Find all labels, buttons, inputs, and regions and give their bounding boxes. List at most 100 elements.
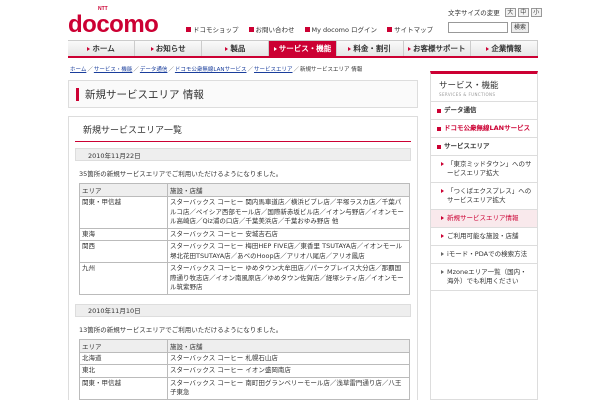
- arrow-right-icon: [441, 189, 444, 193]
- logo-text: docomo: [68, 11, 159, 38]
- bullet-icon: [437, 127, 441, 131]
- nav-products[interactable]: 製品: [202, 41, 270, 56]
- font-size-control: 文字サイズの変更 大 中 小: [448, 7, 542, 17]
- nav-home[interactable]: ホーム: [68, 41, 136, 56]
- triangle-right-icon: [441, 252, 444, 256]
- column-header-shops: 施設・店舗: [167, 183, 410, 197]
- nav-arrow-icon: [486, 46, 490, 51]
- util-link-mydocomo-login[interactable]: My docomo ログイン: [304, 24, 377, 34]
- nav-support[interactable]: お客様サポート: [404, 41, 471, 56]
- title-accent-bar: [76, 88, 79, 101]
- column-header-shops: 施設・店舗: [167, 338, 410, 353]
- util-link-contact[interactable]: お問い合わせ: [248, 24, 295, 34]
- font-size-label: 文字サイズの変更: [448, 9, 500, 17]
- nav-arrow-icon: [273, 46, 277, 51]
- area-table: エリア 施設・店舗 関東・甲信越 スターバックス コーヒー 関内馬車道店／横浜ビブ…: [79, 183, 410, 295]
- area-cell: 関東・甲信越: [79, 376, 168, 400]
- shops-cell: スターバックス コーヒー 安城吉石店: [167, 227, 410, 241]
- breadcrumb-link-service-area[interactable]: サービスエリア: [254, 67, 293, 73]
- shops-cell: スターバックス コーヒー 関内馬車道店／横浜ビブレ店／平塚ラスカ店／千葉パルコ店…: [167, 196, 410, 229]
- table-row: 北海道 スターバックス コーヒー 札幌石山店: [79, 351, 410, 365]
- triangle-right-icon: [441, 270, 444, 274]
- page-title: 新規サービスエリア 情報: [85, 89, 204, 101]
- area-cell: 北海道: [79, 351, 168, 365]
- shops-cell: スターバックス コーヒー イオン盛岡南店: [167, 364, 410, 378]
- sidebar-item-service-area[interactable]: サービスエリア: [431, 138, 537, 156]
- table-header-row: エリア 施設・店舗: [79, 338, 410, 353]
- sidebar-item-available-shops[interactable]: ご利用可能な施設・店舗: [431, 228, 537, 246]
- global-nav: ホーム お知らせ 製品 サービス・機能 料金・割引 お客様サポート 企業情報: [68, 40, 538, 58]
- bullet-icon: [248, 26, 254, 32]
- breadcrumb: ホーム／サービス・機能／データ通信／ドコモ公衆無線LANサービス／サービスエリア…: [70, 67, 363, 73]
- area-cell: 九州: [79, 262, 168, 295]
- bullet-icon: [437, 109, 441, 113]
- site-search: 検索: [448, 22, 529, 33]
- font-size-large-button[interactable]: 大: [504, 7, 516, 17]
- sidebar-item-wlan[interactable]: ドコモ公衆無線LANサービス: [431, 120, 537, 138]
- search-button[interactable]: 検索: [511, 22, 529, 33]
- nav-arrow-icon: [225, 46, 229, 51]
- nav-arrow-icon: [408, 46, 412, 51]
- table-row: 関東・甲信越 スターバックス コーヒー 南町田グランベリーモール店／浅草雷門通り店…: [79, 376, 410, 400]
- sidebar: サービス・機能 SERVICES & FUNCTIONS データ通信 ドコモ公衆…: [430, 71, 538, 400]
- table-row: 関東・甲信越 スターバックス コーヒー 関内馬車道店／横浜ビブレ店／平塚ラスカ店／…: [79, 196, 410, 229]
- nav-services[interactable]: サービス・機能: [269, 41, 337, 56]
- area-note: 13箇所の新規サービスエリアでご利用いただけるようになりました。: [79, 325, 283, 334]
- column-header-area: エリア: [79, 183, 168, 197]
- util-link-sitemap[interactable]: サイトマップ: [387, 24, 433, 34]
- area-note: 35箇所の新規サービスエリアでご利用いただけるようになりました。: [79, 170, 283, 178]
- date-heading: 2010年11月10日: [75, 303, 411, 317]
- shops-cell: スターバックス コーヒー 梅田HEP FIVE店／東香里 TSUTAYA店／イオ…: [167, 240, 410, 263]
- nav-arrow-icon: [348, 46, 352, 51]
- breadcrumb-current: 新規サービスエリア 情報: [300, 67, 363, 73]
- sidebar-item-imode-search[interactable]: iモード・PDAでの検索方法: [431, 246, 537, 264]
- area-cell: 関西: [79, 240, 168, 263]
- breadcrumb-link-data-comm[interactable]: データ通信: [140, 67, 168, 73]
- date-heading: 2010年11月22日: [75, 148, 411, 161]
- utility-links: ドコモショップ お問い合わせ My docomo ログイン サイトマップ: [186, 24, 433, 34]
- arrow-right-icon: [441, 162, 444, 166]
- font-size-small-button[interactable]: 小: [530, 7, 542, 17]
- arrow-right-icon: [441, 216, 444, 220]
- sidebar-item-tsukuba[interactable]: 「つくばエクスプレス」へのサービスエリア拡大: [431, 183, 537, 210]
- arrow-right-icon: [441, 234, 444, 238]
- shops-cell: スターバックス コーヒー ゆめタウン大牟田店／パークプレイス大分店／那覇国際通り…: [167, 262, 410, 295]
- area-cell: 東北: [79, 364, 168, 378]
- sidebar-subtitle: SERVICES & FUNCTIONS: [431, 91, 537, 102]
- sidebar-item-midtown[interactable]: 「東京ミッドタウン」へのサービスエリア拡大: [431, 156, 537, 183]
- breadcrumb-link-wlan[interactable]: ドコモ公衆無線LANサービス: [175, 67, 247, 73]
- sidebar-title: サービス・機能: [439, 81, 499, 91]
- column-header-area: エリア: [79, 338, 168, 353]
- nav-news[interactable]: お知らせ: [135, 41, 203, 56]
- nav-arrow-icon: [87, 46, 91, 51]
- sidebar-item-new-area-info[interactable]: 新規サービスエリア情報: [431, 210, 537, 228]
- util-link-docomo-shop[interactable]: ドコモショップ: [186, 24, 239, 34]
- shops-cell: スターバックス コーヒー 札幌石山店: [167, 351, 410, 365]
- docomo-logo[interactable]: NTT docomo: [68, 6, 188, 38]
- area-table: エリア 施設・店舗 北海道 スターバックス コーヒー 札幌石山店 東北 スターバック…: [79, 338, 410, 400]
- page-title-box: 新規サービスエリア 情報: [68, 80, 418, 108]
- nav-charges[interactable]: 料金・割引: [337, 41, 404, 56]
- bullet-icon: [186, 26, 191, 32]
- search-input[interactable]: [448, 22, 508, 33]
- nav-corporate[interactable]: 企業情報: [471, 41, 538, 56]
- table-row: 関西 スターバックス コーヒー 梅田HEP FIVE店／東香里 TSUTAYA店／…: [79, 240, 410, 263]
- nav-arrow-icon: [150, 46, 154, 51]
- table-header-row: エリア 施設・店舗: [79, 183, 410, 197]
- table-row: 九州 スターバックス コーヒー ゆめタウン大牟田店／パークプレイス大分店／那覇国際…: [79, 262, 410, 295]
- sidebar-item-data-comm[interactable]: データ通信: [431, 102, 537, 120]
- section-title: 新規サービスエリア一覧: [75, 117, 411, 142]
- shops-cell: スターバックス コーヒー 南町田グランベリーモール店／浅草雷門通り店／八王子東急: [167, 376, 410, 400]
- table-row: 東北 スターバックス コーヒー イオン盛岡南店: [79, 364, 410, 378]
- font-size-medium-button[interactable]: 中: [517, 7, 529, 17]
- breadcrumb-link-services[interactable]: サービス・機能: [94, 67, 133, 73]
- sidebar-item-mzone-list[interactable]: Mzoneエリア一覧（国内・海外）でも利用ください: [431, 264, 537, 291]
- table-row: 東海 スターバックス コーヒー 安城吉石店: [79, 227, 410, 241]
- main-content: 新規サービスエリア一覧 2010年11月22日 35箇所の新規サービスエリアでご…: [68, 116, 418, 400]
- bullet-icon: [304, 26, 310, 32]
- bullet-icon: [387, 26, 393, 32]
- area-cell: 関東・甲信越: [79, 196, 168, 229]
- breadcrumb-link-home[interactable]: ホーム: [70, 67, 86, 73]
- bullet-icon: [437, 145, 441, 149]
- area-cell: 東海: [79, 227, 168, 241]
